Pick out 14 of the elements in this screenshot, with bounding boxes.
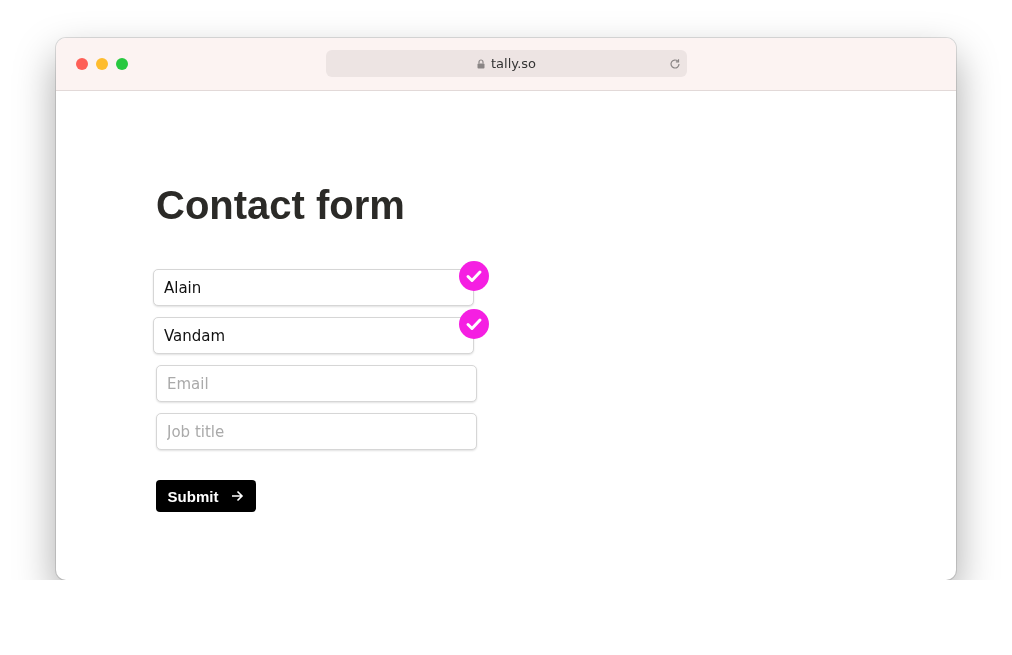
form-title: Contact form [156,182,406,229]
arrow-icon [231,490,245,502]
input-field[interactable]: Email [156,365,477,402]
reload-icon[interactable] [669,58,681,70]
minimize-button[interactable] [96,58,108,70]
input-field[interactable]: Alain [153,269,474,306]
submit-button[interactable]: Submit [156,480,256,512]
address-bar[interactable]: tally.so [326,50,687,77]
close-button[interactable] [76,58,88,70]
lock-icon [477,58,485,69]
url-text: tally.so [491,56,536,71]
input-field[interactable]: Job title [156,413,477,450]
input-field[interactable]: Vandam [153,317,474,354]
zoom-button[interactable] [116,58,128,70]
